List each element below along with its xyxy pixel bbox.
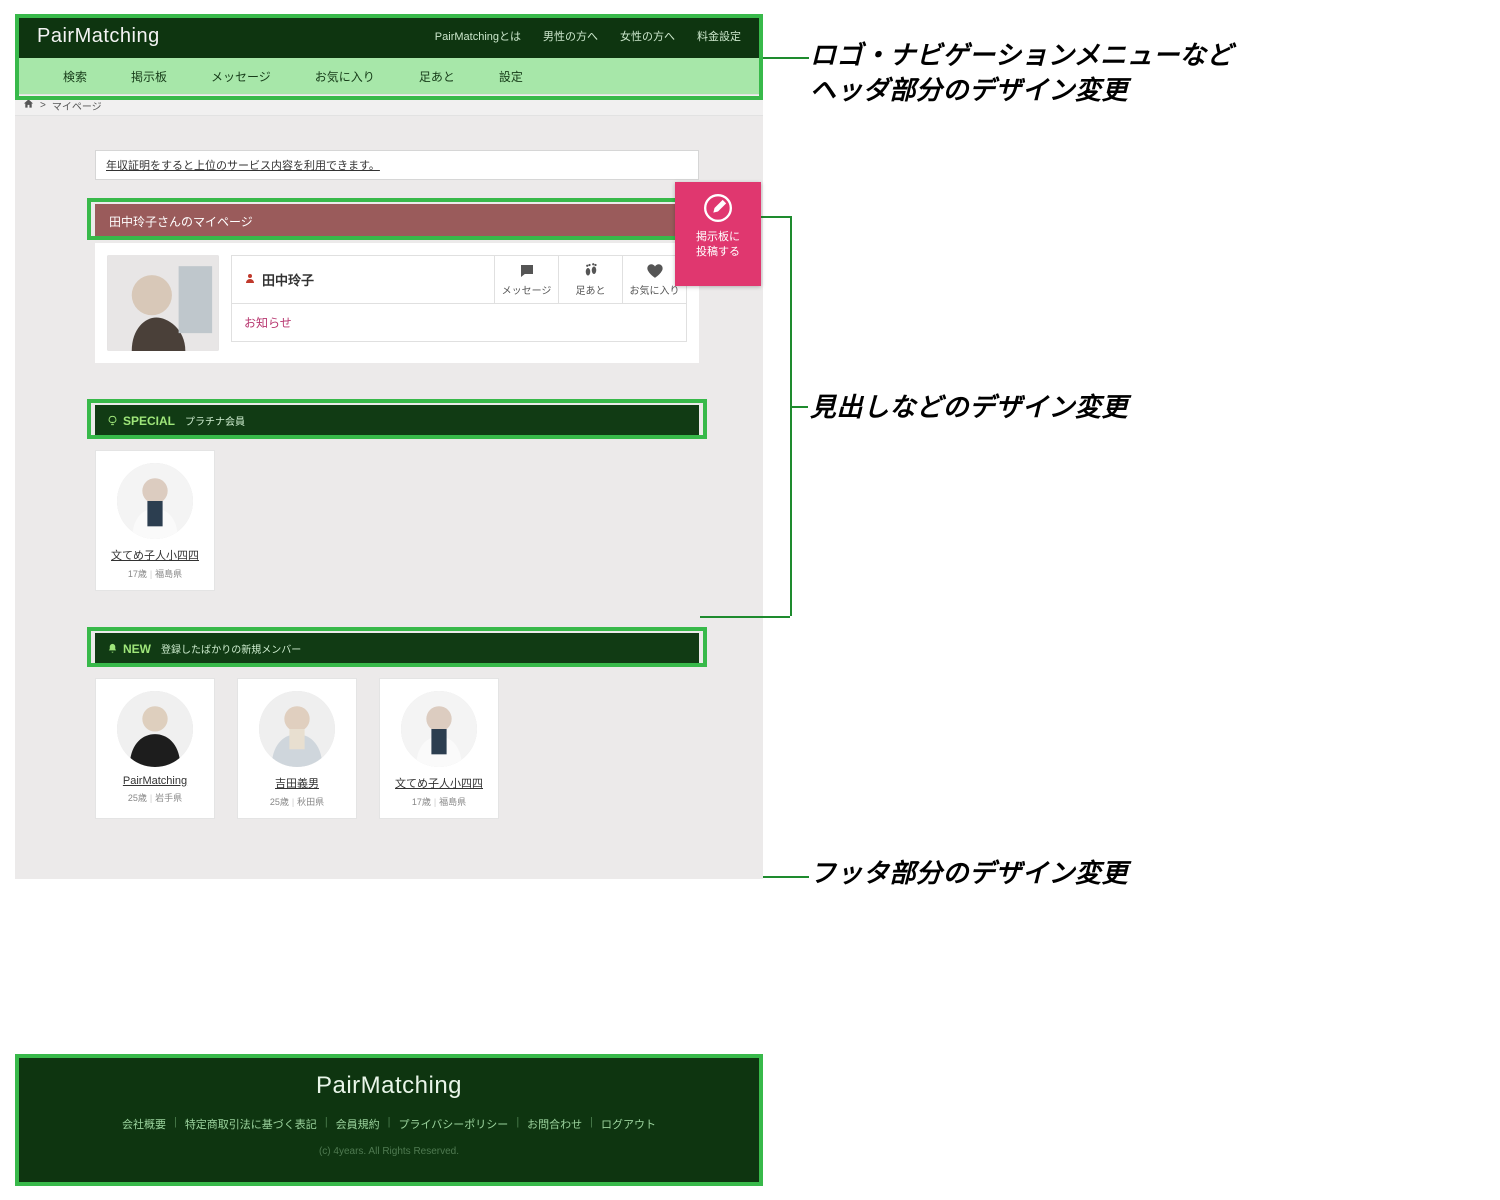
nav-footprint[interactable]: 足あと: [419, 68, 455, 85]
page-body: 年収証明をすると上位のサービス内容を利用できます。 掲示板に投稿する 田中玲子さ…: [15, 116, 763, 879]
footer-link-logout[interactable]: ログアウト: [601, 1116, 656, 1132]
new-sub-text: 登録したばかりの新規メンバー: [161, 641, 301, 656]
nav-board[interactable]: 掲示板: [131, 68, 167, 85]
notice-box[interactable]: お知らせ: [231, 304, 687, 342]
member-avatar: [117, 691, 193, 767]
footer-link-contact[interactable]: お問合わせ: [527, 1116, 582, 1132]
annotation-header: ロゴ・ナビゲーションメニューなどヘッダ部分のデザイン変更: [810, 38, 1233, 108]
profile-avatar[interactable]: [107, 255, 219, 351]
footer-link-terms[interactable]: 会員規約: [336, 1116, 380, 1132]
post-badge-line1: 掲示板に: [696, 231, 740, 243]
site-header: PairMatching PairMatchingとは 男性の方へ 女性の方へ …: [15, 14, 763, 94]
footer-link-tokushoho[interactable]: 特定商取引法に基づく表記: [185, 1116, 317, 1132]
footprint-icon: [581, 262, 601, 280]
post-badge-line2: 投稿する: [696, 246, 740, 258]
top-bar: PairMatching PairMatchingとは 男性の方へ 女性の方へ …: [15, 14, 763, 58]
top-nav: PairMatchingとは 男性の方へ 女性の方へ 料金設定: [435, 28, 741, 44]
member-card[interactable]: 文てめ子人小四四 17歳|福島県: [95, 450, 215, 591]
member-pref: 岩手県: [155, 793, 182, 803]
footer-link-privacy[interactable]: プライバシーポリシー: [399, 1116, 509, 1132]
person-icon: [244, 272, 256, 287]
special-sub-text: プラチナ会員: [185, 413, 245, 428]
footer-logo[interactable]: PairMatching: [15, 1072, 763, 1100]
topnav-pricing[interactable]: 料金設定: [697, 28, 741, 44]
member-age: 17歳: [412, 797, 431, 807]
topnav-for-women[interactable]: 女性の方へ: [620, 28, 675, 44]
bell-icon: [107, 643, 118, 654]
member-pref: 秋田県: [297, 797, 324, 807]
member-name: 文てめ子人小四四: [104, 547, 206, 563]
pencil-icon: [704, 194, 732, 222]
breadcrumb: > マイページ: [15, 94, 763, 116]
breadcrumb-sep: >: [40, 100, 46, 111]
member-avatar: [259, 691, 335, 767]
member-card[interactable]: PairMatching 25歳|岩手県: [95, 678, 215, 819]
member-age: 25歳: [128, 793, 147, 803]
footer-links: 会社概要| 特定商取引法に基づく表記| 会員規約| プライバシーポリシー| お問…: [15, 1116, 763, 1132]
action-favorite-label: お気に入り: [630, 286, 680, 297]
member-avatar: [117, 463, 193, 539]
logo[interactable]: PairMatching: [37, 25, 160, 48]
chat-icon: [517, 262, 537, 280]
member-name: 文てめ子人小四四: [388, 775, 490, 791]
home-icon[interactable]: [23, 98, 34, 112]
profile-box: 田中玲子 メッセージ 足あと: [95, 243, 699, 363]
footer-link-company[interactable]: 会社概要: [122, 1116, 166, 1132]
income-proof-link[interactable]: 年収証明をすると上位のサービス内容を利用できます。: [95, 150, 699, 180]
annotation-footer: フッタ部分のデザイン変更: [810, 856, 1128, 891]
breadcrumb-current: マイページ: [52, 98, 102, 113]
member-age: 17歳: [128, 569, 147, 579]
nav-messages[interactable]: メッセージ: [211, 68, 271, 85]
bulb-icon: [107, 415, 118, 426]
member-card[interactable]: 吉田義男 25歳|秋田県: [237, 678, 357, 819]
section-special: SPECIAL プラチナ会員 文てめ子人小四四 17歳|福島県: [95, 405, 699, 591]
member-pref: 福島県: [439, 797, 466, 807]
member-avatar: [401, 691, 477, 767]
heart-icon: [645, 262, 665, 280]
profile-name-text: 田中玲子: [262, 270, 314, 289]
topnav-about[interactable]: PairMatchingとは: [435, 28, 521, 44]
topnav-for-men[interactable]: 男性の方へ: [543, 28, 598, 44]
section-new: NEW 登録したばかりの新規メンバー PairMatching 25歳|岩手県 …: [95, 633, 699, 819]
action-messages-label: メッセージ: [502, 286, 552, 297]
profile-header: 田中玲子 メッセージ 足あと: [231, 255, 687, 304]
site-footer: PairMatching 会社概要| 特定商取引法に基づく表記| 会員規約| プ…: [15, 1054, 763, 1186]
member-pref: 福島県: [155, 569, 182, 579]
member-name: PairMatching: [104, 775, 206, 787]
post-to-board-button[interactable]: 掲示板に投稿する: [675, 182, 761, 286]
member-name: 吉田義男: [246, 775, 348, 791]
nav-search[interactable]: 検索: [63, 68, 87, 85]
site-frame: PairMatching PairMatchingとは 男性の方へ 女性の方へ …: [15, 14, 763, 879]
nav-settings[interactable]: 設定: [499, 68, 523, 85]
mypage-title-bar: 田中玲子さんのマイページ: [95, 204, 699, 239]
special-badge-text: SPECIAL: [123, 414, 175, 428]
new-badge-text: NEW: [123, 642, 151, 656]
member-age: 25歳: [270, 797, 289, 807]
action-footprint[interactable]: 足あと: [558, 256, 622, 303]
member-card[interactable]: 文てめ子人小四四 17歳|福島県: [379, 678, 499, 819]
footer-copyright: (c) 4years. All Rights Reserved.: [15, 1146, 763, 1157]
sub-nav: 検索 掲示板 メッセージ お気に入り 足あと 設定: [15, 58, 763, 94]
special-heading: SPECIAL プラチナ会員: [95, 405, 699, 436]
annotation-heading: 見出しなどのデザイン変更: [810, 390, 1128, 425]
action-footprint-label: 足あと: [576, 286, 606, 297]
new-heading: NEW 登録したばかりの新規メンバー: [95, 633, 699, 664]
nav-favorites[interactable]: お気に入り: [315, 68, 375, 85]
profile-name: 田中玲子: [232, 260, 494, 299]
action-messages[interactable]: メッセージ: [494, 256, 558, 303]
